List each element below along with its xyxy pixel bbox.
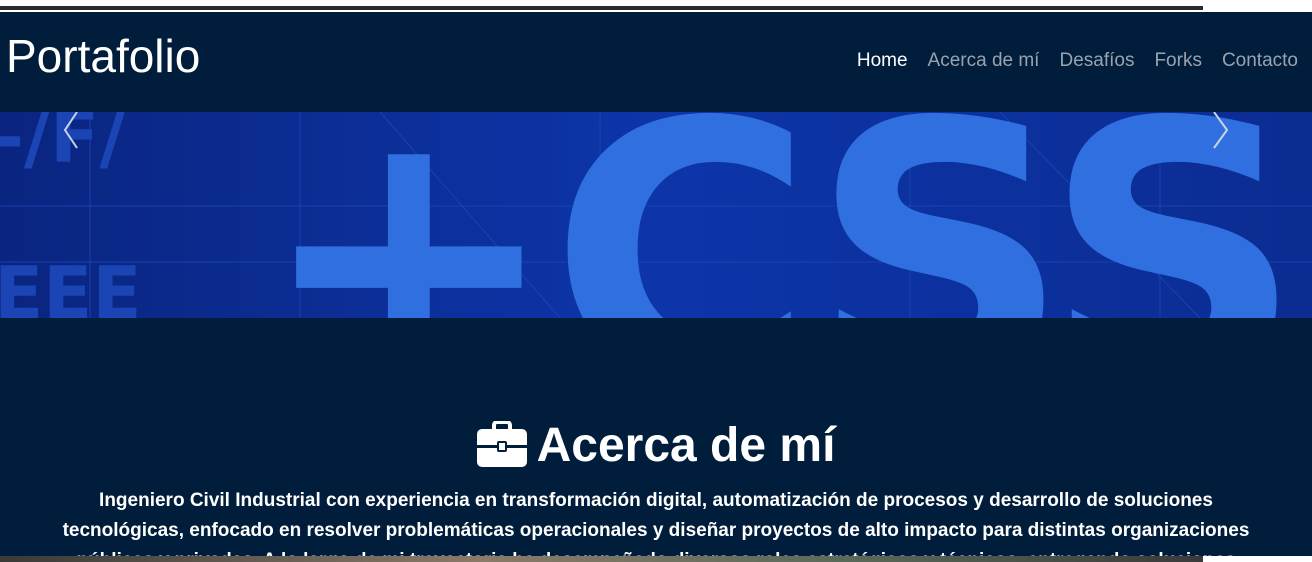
nav-link-acerca[interactable]: Acerca de mí [928, 48, 1040, 74]
nav-link-desafios[interactable]: Desafíos [1059, 48, 1134, 74]
brand-logo-link[interactable]: Portafolio [6, 30, 200, 82]
hero-carousel: -/F/ EEE +CSS [0, 112, 1312, 318]
about-title-text: Acerca de mí [536, 419, 836, 472]
about-heading: Acerca de mí [0, 416, 1312, 482]
nav-link-forks[interactable]: Forks [1154, 48, 1202, 74]
hero-banner-image: -/F/ EEE +CSS [0, 112, 1312, 318]
about-section: Acerca de mí Ingeniero Civil Industrial … [0, 318, 1312, 556]
bottom-image-strip [0, 556, 1203, 562]
nav-link-contacto[interactable]: Contacto [1222, 48, 1298, 74]
carousel-prev-button[interactable] [52, 112, 92, 152]
hero-banner-text: +CSS [258, 112, 1293, 318]
carousel-next-button[interactable] [1200, 112, 1240, 152]
top-border-line [0, 6, 1203, 10]
briefcase-icon [476, 420, 527, 482]
chevron-left-icon [63, 112, 78, 149]
svg-text:EEE: EEE [0, 251, 142, 318]
chevron-right-icon [1213, 112, 1229, 149]
navbar: Portafolio Home Acerca de mí Desafíos Fo… [0, 12, 1312, 112]
about-description: Ingeniero Civil Industrial con experienc… [62, 490, 1250, 556]
nav-link-home[interactable]: Home [857, 48, 908, 74]
nav-links: Home Acerca de mí Desafíos Forks Contact… [857, 48, 1298, 74]
